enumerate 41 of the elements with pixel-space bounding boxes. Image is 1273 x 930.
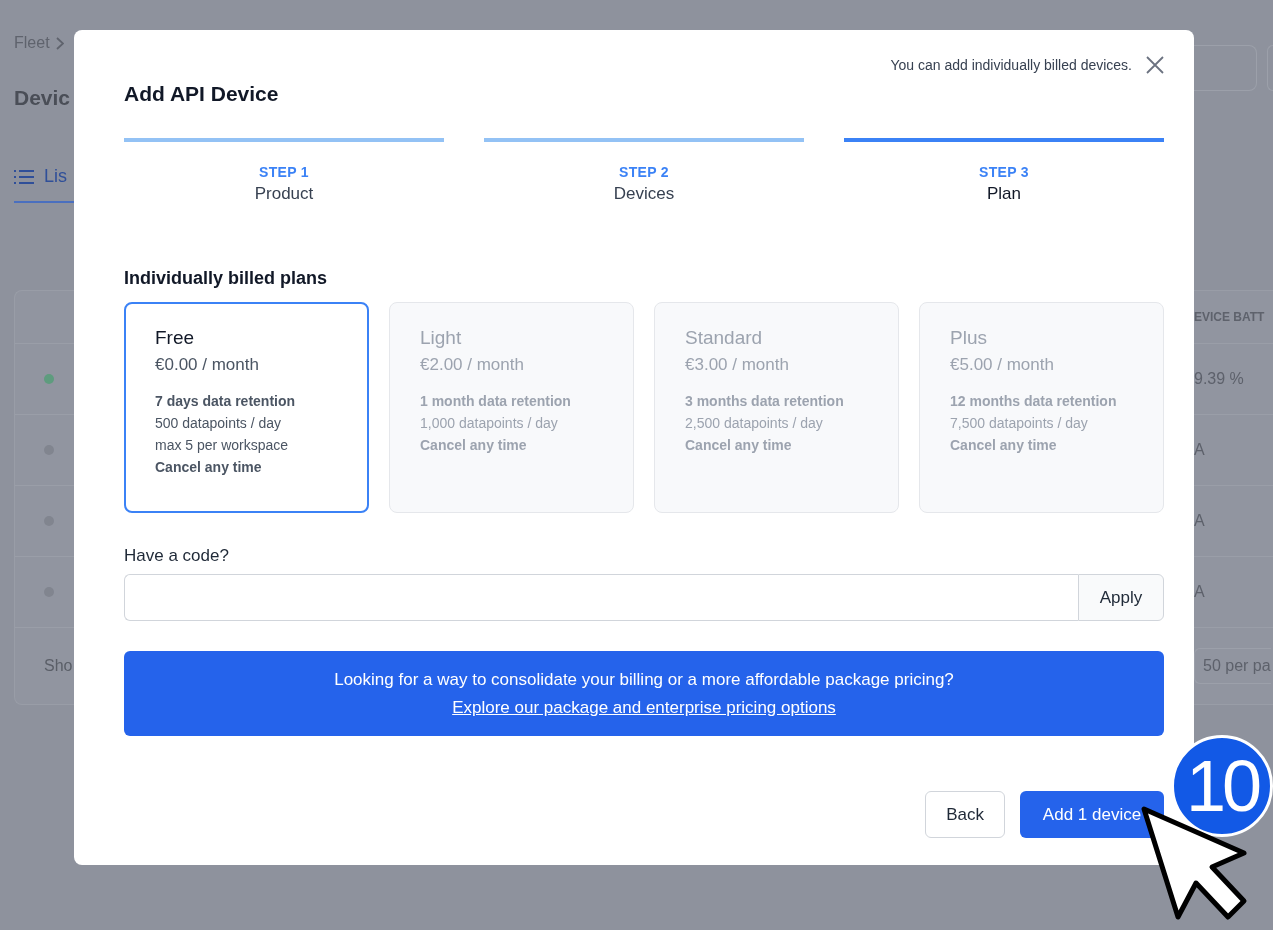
dialog-title: Add API Device — [124, 82, 279, 106]
list-icon — [14, 168, 34, 185]
plan-price: €3.00 / month — [685, 355, 790, 375]
plan-feature: 1,000 datapoints / day — [420, 415, 559, 431]
field-label: Have a code? — [124, 546, 230, 566]
plan-feature: 500 datapoints / day — [155, 415, 283, 431]
plan-price: €2.00 / month — [420, 355, 525, 375]
plan-price: €5.00 / month — [950, 355, 1055, 375]
banner-text: Looking for a way to consolidate your billing or a more affordable package pricing? — [334, 669, 954, 690]
plan-feature: 1 month data retention — [420, 393, 572, 409]
plan-card[interactable]: Free €0.00 / month 7 days data retention 500 datapoints / day max 5 per workspace Cancel any time — [124, 302, 369, 513]
back-button[interactable]: Back — [925, 791, 1005, 838]
plan-feature: Cancel any time — [685, 437, 793, 453]
pagination-text: Sho — [44, 657, 73, 675]
code-input[interactable] — [124, 574, 1078, 621]
chevron-icon — [55, 36, 64, 50]
pricing-link[interactable]: Explore our package and enterprise pricing options — [452, 697, 836, 718]
plan-feature: 7 days data retention — [155, 393, 297, 409]
plan-feature: max 5 per workspace — [155, 437, 290, 453]
plan-feature: 7,500 datapoints / day — [950, 415, 1089, 431]
section-heading: Individually billed plans — [124, 268, 329, 289]
plan-feature: 12 months data retention — [950, 393, 1118, 409]
page-title: Devic — [14, 86, 72, 110]
plan-name: Light — [420, 327, 463, 349]
search-field[interactable] — [1194, 45, 1257, 91]
plan-name: Plus — [950, 327, 988, 349]
plan-feature: Cancel any time — [950, 437, 1058, 453]
plan-feature: Cancel any time — [420, 437, 528, 453]
plan-name: Standard — [685, 327, 764, 349]
step-badge: 10 — [1171, 735, 1273, 837]
step-tab[interactable]: STEP 1 Product — [124, 138, 444, 204]
dialog-note: You can add individually billed devices. — [890, 57, 1132, 73]
plan-feature: 2,500 datapoints / day — [685, 415, 824, 431]
step-tab[interactable]: STEP 2 Devices — [484, 138, 804, 204]
plan-price: €0.00 / month — [155, 355, 260, 375]
close-icon[interactable] — [1146, 56, 1164, 74]
step-tab[interactable]: STEP 3 Plan — [844, 138, 1164, 204]
plan-feature: 3 months data retention — [685, 393, 845, 409]
plan-feature: Cancel any time — [155, 459, 263, 475]
plan-name: Free — [155, 327, 196, 349]
apply-button[interactable]: Apply — [1078, 574, 1164, 621]
